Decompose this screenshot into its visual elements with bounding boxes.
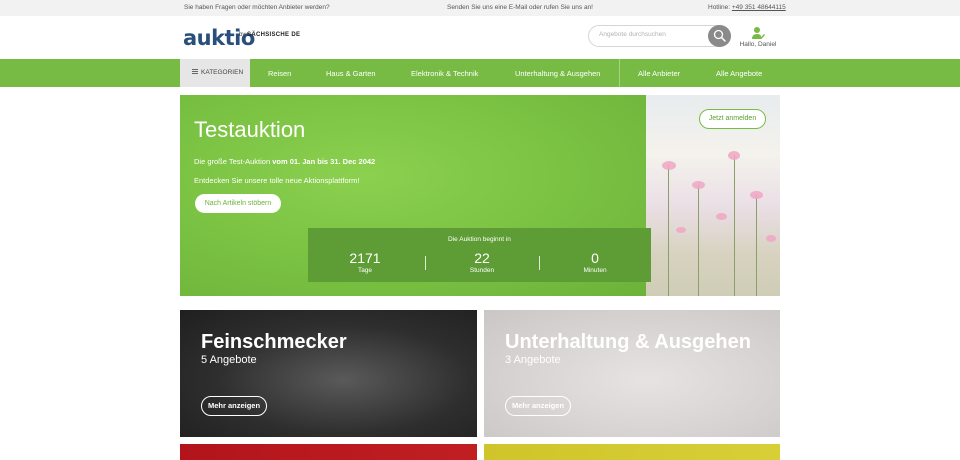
hotline-link[interactable]: +49 351 48644115 <box>732 4 786 11</box>
tile-title: Feinschmecker <box>201 331 347 353</box>
countdown-value: 22 <box>474 250 490 266</box>
auction-countdown: Die Auktion beginnt in 2171 Tage 22 Stun… <box>308 228 651 282</box>
countdown-days: 2171 Tage <box>308 250 422 274</box>
info-text-contact: Senden Sie uns eine E-Mail oder rufen Si… <box>447 4 593 11</box>
nav-item-haus-garten[interactable]: Haus & Garten <box>326 69 376 78</box>
show-more-button[interactable]: Mehr anzeigen <box>505 396 571 416</box>
nav-item-elektronik-technik[interactable]: Elektronik & Technik <box>411 69 478 78</box>
search-button[interactable] <box>708 25 731 47</box>
countdown-label: Stunden <box>469 267 495 274</box>
hamburger-icon <box>192 69 198 74</box>
hotline-label: Hotline: <box>708 4 731 11</box>
site-header: auktio by SÄCHSISCHE DE Hallo, Daniel <box>0 16 960 59</box>
logo-text: auktio <box>183 26 255 50</box>
category-tile-partial[interactable] <box>180 444 477 460</box>
by-prefix: by <box>239 32 246 38</box>
nav-item-unterhaltung-ausgehen[interactable]: Unterhaltung & Ausgehen <box>515 69 600 78</box>
main-navigation: KATEGORIEN Reisen Haus & Garten Elektron… <box>0 59 960 87</box>
tile-offer-count: 5 Angebote <box>201 354 257 366</box>
category-tile-feinschmecker[interactable]: Feinschmecker 5 Angebote Mehr anzeigen <box>180 310 477 437</box>
auction-tagline: Entdecken Sie unsere tolle neue Aktionsp… <box>194 176 360 185</box>
auction-title: Testauktion <box>194 117 306 142</box>
auction-hero-banner: Testauktion Die große Test-Auktion vom 0… <box>180 95 780 296</box>
search-icon <box>713 29 726 42</box>
show-more-button[interactable]: Mehr anzeigen <box>201 396 267 416</box>
countdown-heading: Die Auktion beginnt in <box>448 236 511 243</box>
auktio-logo[interactable]: auktio <box>183 26 255 50</box>
nav-item-alle-anbieter[interactable]: Alle Anbieter <box>638 69 680 78</box>
auction-dates: Die große Test-Auktion vom 01. Jan bis 3… <box>194 157 375 166</box>
user-greeting: Hallo, Daniel <box>739 41 777 48</box>
info-text-provider: Sie haben Fragen oder möchten Anbieter w… <box>184 4 330 11</box>
partner-byline: by SÄCHSISCHE DE <box>239 32 300 38</box>
top-info-bar: Sie haben Fragen oder möchten Anbieter w… <box>0 0 960 16</box>
categories-label: KATEGORIEN <box>201 69 244 76</box>
tile-title: Unterhaltung & Ausgehen <box>505 331 751 353</box>
countdown-hours: 22 Stunden <box>425 250 539 274</box>
countdown-value: 2171 <box>349 250 381 266</box>
search-input[interactable] <box>599 31 699 38</box>
partner-logo: SÄCHSISCHE DE <box>247 32 301 38</box>
nav-item-alle-angebote[interactable]: Alle Angebote <box>716 69 762 78</box>
category-tile-partial[interactable] <box>484 444 780 460</box>
signin-button[interactable]: Jetzt anmelden <box>699 109 766 129</box>
category-tile-unterhaltung-ausgehen[interactable]: Unterhaltung & Ausgehen 3 Angebote Mehr … <box>484 310 780 437</box>
countdown-value: 0 <box>591 250 599 266</box>
categories-menu-button[interactable]: KATEGORIEN <box>180 59 250 87</box>
browse-items-button[interactable]: Nach Artikeln stöbern <box>195 194 281 213</box>
auction-dates-range: vom 01. Jan bis 31. Dec 2042 <box>272 157 376 166</box>
countdown-label: Tage <box>357 267 373 274</box>
hotline: Hotline: +49 351 48644115 <box>708 4 786 11</box>
auction-dates-prefix: Die große Test-Auktion <box>194 157 273 166</box>
user-account[interactable]: Hallo, Daniel <box>737 26 779 48</box>
countdown-minutes: 0 Minuten <box>538 250 652 274</box>
nav-divider <box>619 59 620 87</box>
user-verified-icon <box>752 27 765 40</box>
countdown-label: Minuten <box>583 267 607 274</box>
nav-item-reisen[interactable]: Reisen <box>268 69 291 78</box>
tile-offer-count: 3 Angebote <box>505 354 561 366</box>
